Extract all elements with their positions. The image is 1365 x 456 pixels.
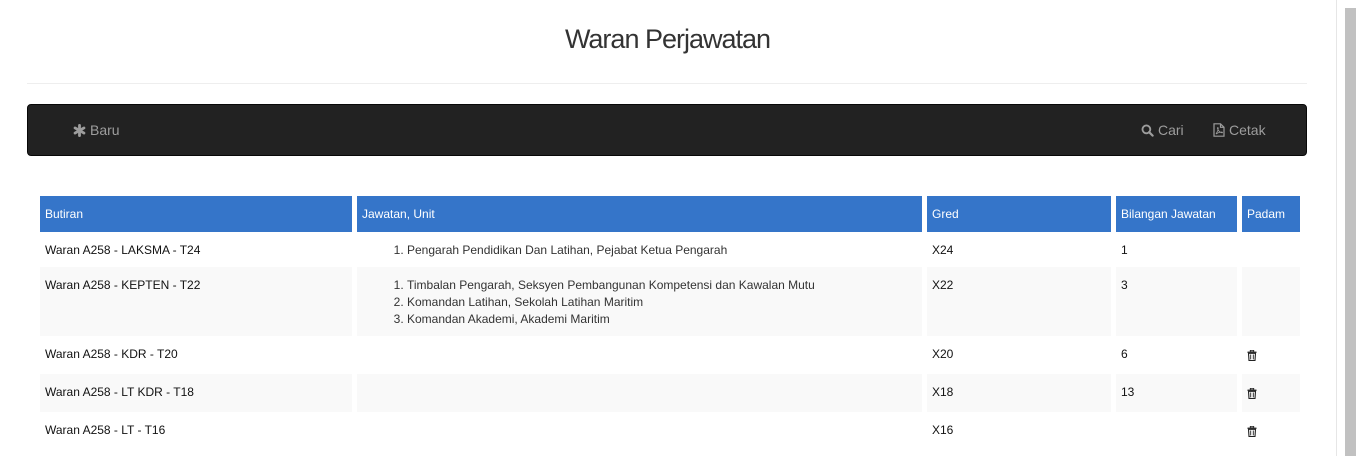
trash-icon — [1247, 349, 1257, 362]
delete-button[interactable] — [1247, 384, 1257, 404]
cell-jawatan-unit: Pengarah Pendidikan Dan Latihan, Pejabat… — [357, 232, 922, 267]
table-row: Waran A258 - LAKSMA - T24 Pengarah Pendi… — [40, 232, 1300, 267]
cell-butiran[interactable]: Waran A258 - KDR - T20 — [40, 336, 352, 374]
delete-button[interactable] — [1247, 346, 1257, 366]
print-button[interactable]: Cetak — [1213, 105, 1266, 155]
search-button[interactable]: Cari — [1141, 105, 1184, 155]
title-divider — [27, 83, 1307, 84]
cell-bilangan: 13 — [1116, 374, 1237, 412]
table-row: Waran A258 - KEPTEN - T22 Timbalan Penga… — [40, 267, 1300, 336]
unit-item: Komandan Akademi, Akademi Maritim — [407, 311, 917, 328]
delete-button[interactable] — [1247, 422, 1257, 442]
cell-jawatan-unit: Timbalan Pengarah, Seksyen Pembangunan K… — [357, 267, 922, 336]
cell-butiran[interactable]: Waran A258 - LT KDR - T18 — [40, 374, 352, 412]
unit-list: Pengarah Pendidikan Dan Latihan, Pejabat… — [362, 242, 917, 259]
table-header-row: Butiran Jawatan, Unit Gred Bilangan Jawa… — [40, 194, 1300, 232]
asterisk-icon — [73, 123, 86, 137]
trash-icon — [1247, 425, 1257, 438]
cell-butiran[interactable]: Waran A258 - LAKSMA - T24 — [40, 232, 352, 267]
cell-gred: X18 — [927, 374, 1111, 412]
trash-icon — [1247, 387, 1257, 400]
cell-gred: X20 — [932, 347, 954, 361]
unit-item: Pengarah Pendidikan Dan Latihan, Pejabat… — [407, 242, 917, 259]
cell-bilangan: 1 — [1121, 243, 1128, 257]
waran-table: Butiran Jawatan, Unit Gred Bilangan Jawa… — [35, 194, 1305, 450]
scrollbar-thumb[interactable] — [1345, 8, 1356, 456]
print-button-label: Cetak — [1229, 122, 1266, 138]
cell-jawatan-unit — [357, 336, 922, 374]
table-row: Waran A258 - LT - T16 X16 — [40, 412, 1300, 450]
column-header-bilangan-jawatan[interactable]: Bilangan Jawatan — [1116, 194, 1237, 232]
cell-bilangan: 6 — [1121, 347, 1128, 361]
cell-padam — [1242, 267, 1300, 336]
page-title: Waran Perjawatan — [564, 24, 771, 54]
search-icon — [1141, 124, 1154, 137]
cell-gred: X16 — [932, 423, 954, 437]
column-header-jawatan-unit[interactable]: Jawatan, Unit — [357, 194, 922, 232]
cell-butiran[interactable]: Waran A258 - KEPTEN - T22 — [40, 267, 352, 336]
page: Waran Perjawatan Baru Cari Cetak Butiran… — [0, 0, 1365, 456]
cell-padam — [1242, 232, 1300, 267]
cell-jawatan-unit — [357, 412, 922, 450]
cell-gred: X24 — [932, 243, 954, 257]
search-button-label: Cari — [1158, 122, 1184, 138]
unit-item: Timbalan Pengarah, Seksyen Pembangunan K… — [407, 277, 917, 294]
cell-gred: X22 — [927, 267, 1111, 336]
table-row: Waran A258 - LT KDR - T18 X18 13 — [40, 374, 1300, 412]
table-row: Waran A258 - KDR - T20 X20 6 — [40, 336, 1300, 374]
new-button-label: Baru — [90, 122, 120, 138]
cell-bilangan — [1116, 412, 1237, 450]
toolbar-navbar: Baru Cari Cetak — [27, 104, 1307, 156]
vertical-scrollbar[interactable] — [1336, 0, 1365, 456]
cell-jawatan-unit — [357, 374, 922, 412]
cell-butiran[interactable]: Waran A258 - LT - T16 — [40, 412, 352, 450]
unit-item: Komandan Latihan, Sekolah Latihan Mariti… — [407, 294, 917, 311]
cell-padam — [1242, 374, 1300, 412]
column-header-gred[interactable]: Gred — [927, 194, 1111, 232]
unit-list: Timbalan Pengarah, Seksyen Pembangunan K… — [362, 277, 917, 328]
column-header-butiran[interactable]: Butiran — [40, 194, 352, 232]
cell-bilangan: 3 — [1116, 267, 1237, 336]
new-button[interactable]: Baru — [73, 105, 120, 155]
cell-padam — [1242, 336, 1300, 374]
cell-padam — [1242, 412, 1300, 450]
column-header-padam: Padam — [1242, 194, 1300, 232]
pdf-file-icon — [1213, 123, 1225, 137]
